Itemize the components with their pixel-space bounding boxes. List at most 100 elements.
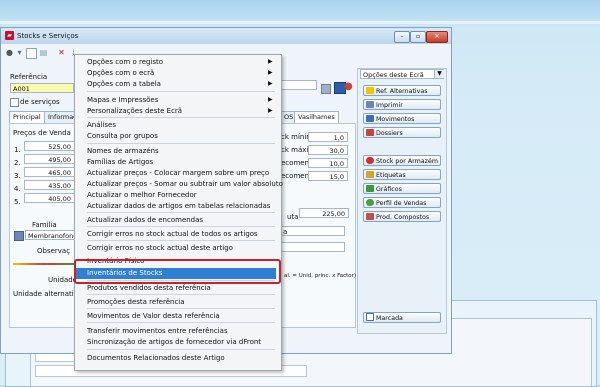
referencia-input[interactable]: A001 [10,83,74,93]
menu-item[interactable]: Movimentos de Valor desta referência [87,311,277,321]
menu-separator [87,226,275,227]
tab-vasilhames[interactable]: Vasilhames [294,111,339,123]
stock-armazem-button[interactable]: Stock por Armazém [363,155,441,166]
refresh-icon[interactable]: ● [344,82,353,92]
menu-item-label: Actualizar preços - Somar ou subtrair um… [87,180,283,188]
new-icon[interactable] [26,48,37,59]
bruta-input[interactable]: 225,00 [299,208,349,218]
menu-separator [87,240,275,241]
observacoes-label: Observaç [37,247,71,255]
familia-lookup-icon[interactable] [14,231,24,241]
marcada-toggle[interactable]: Marcada [363,312,441,323]
menu-item-label: Personalizações deste Ecrã [87,107,183,115]
options-select[interactable]: Opções deste Ecrã [360,69,444,79]
preco-input-3[interactable]: 465,00 [24,167,75,177]
menu-item[interactable]: Mapas e Impressões ▶ [87,95,277,105]
menu-separator [87,294,275,295]
menu-item-label: Opções com o ecrã [87,69,155,77]
close-button[interactable]: ✕ [426,31,448,43]
chart-icon [366,185,374,192]
servicos-label: de serviços [20,98,60,106]
servicos-checkbox[interactable] [10,98,19,107]
menu-item-label: Movimentos de Valor desta referência [87,312,220,320]
menu-item[interactable]: Opções com a tabela ▶ [87,79,277,89]
menu-item-label: Nomes de armazéns [87,147,159,155]
menu-item[interactable]: Actualizar o melhor Fornecedor [87,190,277,200]
stock-armazem-label: Stock por Armazém [376,158,438,165]
menu-item-label: Sincronização de artigos de fornecedor v… [87,338,262,346]
minimize-button[interactable]: – [394,31,410,43]
perfil-vendas-button[interactable]: Perfil de Vendas [363,197,441,208]
dossiers-label: Dossiers [376,130,403,137]
menu-item-label: Actualizar preços - Colocar margem sobre… [87,169,270,177]
unidade-label: Unidade [48,276,77,284]
menu-item[interactable]: Opções com o ecrã ▶ [87,68,277,78]
menu-separator [87,91,275,92]
window-title: Stocks e Serviços [17,32,79,40]
precos-label: Preços de Venda [13,129,71,137]
menu-item[interactable]: Consulta por grupos [87,131,277,141]
menu-item-label: Actualizar dados de encomendas [87,216,204,224]
menu-item[interactable]: Documentos Relacionados deste Artigo [87,353,277,363]
lookup-icon[interactable] [321,84,331,94]
stock-max-input[interactable]: 30,0 [308,145,348,155]
folder-icon[interactable]: ▤ [39,48,48,57]
menu-item[interactable]: Nomes de armazéns [87,146,277,156]
menu-item[interactable]: Actualizar dados de artigos em tabelas r… [87,201,277,211]
a-input[interactable] [281,226,345,236]
menu-item[interactable]: Promoções desta referência [87,297,277,307]
menu-item[interactable]: Actualizar preços - Somar ou subtrair um… [87,179,283,189]
marcada-label: Marcada [376,315,403,322]
menu-item[interactable]: Corrigir erros no stock actual deste art… [87,243,277,253]
menu-separator [87,349,275,350]
preco-input-2[interactable]: 495,00 [24,154,75,164]
graficos-button[interactable]: Gráficos [363,183,441,194]
dropdown-icon[interactable]: ▾ [15,48,24,57]
submenu-arrow-icon: ▶ [268,69,273,76]
menu-item[interactable]: Produtos vendidos desta referência [87,283,277,293]
menu-item[interactable]: Actualizar dados de encomendas [87,215,277,225]
ref-alternativas-icon [366,87,374,94]
menu-item[interactable]: Análises [87,120,277,130]
movimentos-button[interactable]: Movimentos [363,113,441,124]
designacao-input[interactable] [281,80,317,90]
nav-icon[interactable]: ● [5,48,14,57]
menu-item-label: Mapas e Impressões [87,96,159,104]
familia-input[interactable]: Membranofones [25,230,77,240]
dossiers-button[interactable]: Dossiers [363,127,441,138]
preco-num-1: 1. [14,146,21,154]
bruta-label: uta [287,213,299,221]
familia-label: Familia [32,221,57,229]
prod-compostos-icon [366,213,374,220]
menu-item[interactable]: Sincronização de artigos de fornecedor v… [87,337,277,347]
preco-num-3: 3. [14,172,21,180]
encomenda-1-input[interactable]: 10,0 [308,158,348,168]
preco-num-2: 2. [14,159,21,167]
menu-item-label: Corrigir erros no stock actual de todos … [87,230,258,238]
submenu-arrow-icon: ▶ [268,96,273,103]
encomenda-2-input[interactable]: 15,0 [308,171,348,181]
preco-input-4[interactable]: 435,00 [24,180,75,190]
menu-item[interactable]: Transferir movimentos entre referências [87,326,277,336]
menu-item-label: Análises [87,121,117,129]
menu-item[interactable]: Corrigir erros no stock actual de todos … [87,229,277,239]
preco-num-4: 4. [14,185,21,193]
tab-principal[interactable]: Principal [9,111,45,123]
observacoes-input[interactable] [281,242,345,252]
preco-input-5[interactable]: 405,00 [24,193,75,203]
maximize-button[interactable]: ▫ [410,31,426,43]
ref-alternativas-button[interactable]: Ref. Alternativas [363,85,441,96]
menu-separator [87,117,275,118]
delete-icon[interactable]: ✕ [57,48,66,57]
prod-compostos-button[interactable]: Prod. Compostos [363,211,441,222]
menu-item[interactable]: Famílias de Artigos [87,157,277,167]
stock-min-input[interactable]: 1,0 [308,132,348,142]
imprimir-button[interactable]: Imprimir [363,99,441,110]
chevron-down-icon[interactable]: ▼ [434,70,444,78]
menu-item[interactable]: Opções com o registo ▶ [87,57,277,67]
menu-item[interactable]: Actualizar preços - Colocar margem sobre… [87,168,277,178]
etiquetas-button[interactable]: Etiquetas [363,169,441,180]
preco-input-1[interactable]: 525,00 [24,141,75,151]
menu-item[interactable]: Personalizações deste Ecrã ▶ [87,106,277,116]
menu-separator [87,212,275,213]
